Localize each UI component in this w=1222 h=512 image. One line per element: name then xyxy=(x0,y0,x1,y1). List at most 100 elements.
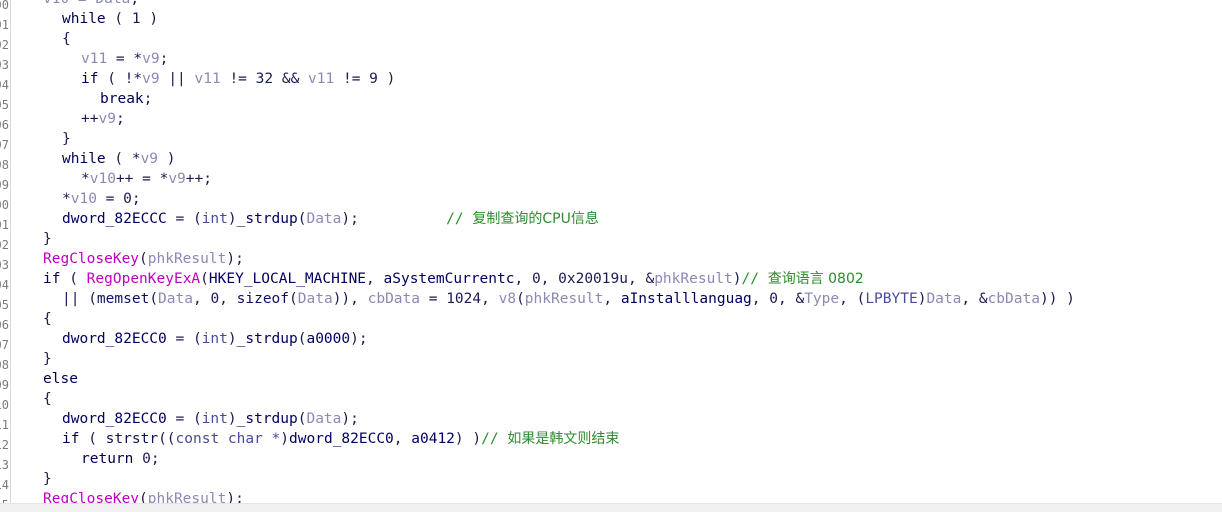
code-token-lvar[interactable]: v11 xyxy=(308,71,334,87)
code-line[interactable]: else xyxy=(11,369,1222,389)
code-token-num[interactable]: 0x20019u xyxy=(558,271,628,287)
code-token-gvar[interactable]: dword_82ECC0 xyxy=(62,331,167,347)
code-token-punc[interactable]: ( xyxy=(200,271,209,287)
code-token-punc[interactable]: ) xyxy=(378,71,396,87)
code-token-punc[interactable]: ); xyxy=(350,331,367,347)
code-token-lvar[interactable]: phkResult xyxy=(525,291,604,307)
code-token-punc[interactable]: ; xyxy=(132,191,141,207)
code-token-punc[interactable]: ) xyxy=(158,151,176,167)
code-line[interactable]: { xyxy=(11,389,1222,409)
code-line[interactable]: if ( strstr((const char *)dword_82ECC0, … xyxy=(11,429,1222,449)
code-line[interactable]: } xyxy=(11,129,1222,149)
code-token-type[interactable]: int xyxy=(202,211,228,227)
code-line[interactable]: v11 = *v9; xyxy=(11,49,1222,69)
pseudocode-code-area[interactable]: v10 = Data;while ( 1 ){v11 = *v9;if ( !*… xyxy=(11,0,1222,504)
code-token-gvar[interactable]: _strdup xyxy=(237,331,298,347)
code-token-lvar[interactable]: Data xyxy=(306,411,341,427)
code-token-lvar[interactable]: v10 xyxy=(71,191,97,207)
code-token-lvar[interactable]: phkResult xyxy=(654,271,733,287)
code-token-punc[interactable]: ) xyxy=(733,271,742,287)
code-token-lvar[interactable]: v10 xyxy=(90,171,116,187)
code-line[interactable]: break; xyxy=(11,89,1222,109)
code-token-str[interactable]: aInstalllanguag xyxy=(621,291,752,307)
code-line[interactable]: dword_82ECCC = (int)_strdup(Data); // 复制… xyxy=(11,209,1222,229)
code-token-punc[interactable]: * xyxy=(81,171,90,187)
code-token-punc[interactable]: || xyxy=(160,71,195,87)
code-token-punc[interactable]: } xyxy=(43,471,52,487)
code-token-kw[interactable]: if xyxy=(43,271,60,287)
code-token-punc[interactable]: = xyxy=(69,0,95,7)
code-line[interactable]: dword_82ECC0 = (int)_strdup(Data); xyxy=(11,409,1222,429)
code-token-punc[interactable]: } xyxy=(43,351,52,367)
code-token-punc[interactable]: ); xyxy=(341,411,358,427)
code-token-punc[interactable]: ) xyxy=(228,411,237,427)
code-line[interactable]: RegCloseKey(phkResult); xyxy=(11,489,1222,504)
code-token-fn2[interactable]: strstr xyxy=(106,431,158,447)
code-token-punc[interactable]: ++; xyxy=(186,171,212,187)
code-token-punc[interactable]: { xyxy=(43,391,52,407)
code-line[interactable]: while ( 1 ) xyxy=(11,9,1222,29)
code-line[interactable]: RegCloseKey(phkResult); xyxy=(11,249,1222,269)
code-token-num[interactable]: 9 xyxy=(369,71,378,87)
code-token-punc[interactable]: ( xyxy=(149,291,158,307)
code-line[interactable]: dword_82ECC0 = (int)_strdup(a0000); xyxy=(11,329,1222,349)
code-token-punc[interactable]: , xyxy=(219,291,236,307)
code-token-punc[interactable]: = xyxy=(420,291,446,307)
code-token-punc[interactable]: ); xyxy=(226,251,243,267)
code-token-type[interactable]: int xyxy=(202,411,228,427)
code-line[interactable]: { xyxy=(11,29,1222,49)
code-token-kw[interactable]: break xyxy=(100,91,144,107)
code-token-lvar[interactable]: v11 xyxy=(195,71,221,87)
code-token-gvar[interactable]: HKEY_LOCAL_MACHINE xyxy=(209,271,366,287)
code-token-type[interactable]: const char * xyxy=(176,431,281,447)
code-token-punc[interactable]: = * xyxy=(107,51,142,67)
code-token-num[interactable]: 0 xyxy=(142,451,151,467)
code-token-punc[interactable]: , xyxy=(193,291,210,307)
code-line[interactable]: while ( *v9 ) xyxy=(11,149,1222,169)
code-token-punc[interactable]: ( xyxy=(60,271,86,287)
code-line[interactable]: ++v9; xyxy=(11,109,1222,129)
code-token-punc[interactable]: ( xyxy=(139,251,148,267)
code-token-fn2[interactable]: memset xyxy=(97,291,149,307)
code-token-num[interactable]: 32 xyxy=(256,71,273,87)
code-token-punc[interactable]: , xyxy=(752,291,769,307)
code-token-punc[interactable]: ( !* xyxy=(98,71,142,87)
code-token-punc[interactable]: , & xyxy=(961,291,987,307)
code-line[interactable]: return 0; xyxy=(11,449,1222,469)
code-line[interactable]: } xyxy=(11,469,1222,489)
code-token-cmt[interactable]: // xyxy=(742,271,768,287)
code-line[interactable]: } xyxy=(11,349,1222,369)
code-token-cmt[interactable]: 如果是韩文则结束 xyxy=(507,431,619,447)
code-token-punc[interactable]: && xyxy=(273,71,308,87)
code-token-lvar[interactable]: v11 xyxy=(81,51,107,67)
code-token-punc[interactable]: )), xyxy=(333,291,368,307)
code-token-punc[interactable]: { xyxy=(62,31,71,47)
code-token-str[interactable]: a0412 xyxy=(411,431,455,447)
code-token-punc[interactable]: || ( xyxy=(62,291,97,307)
code-token-punc[interactable]: ) ) xyxy=(455,431,481,447)
code-token-punc[interactable]: = xyxy=(97,191,123,207)
code-token-num[interactable]: 1 xyxy=(132,11,141,27)
code-token-punc[interactable]: ; xyxy=(116,111,125,127)
code-line[interactable]: *v10 = 0; xyxy=(11,189,1222,209)
code-token-punc[interactable] xyxy=(133,451,142,467)
code-token-punc[interactable]: , xyxy=(481,291,498,307)
code-token-func[interactable]: RegOpenKeyExA xyxy=(87,271,201,287)
code-token-punc[interactable]: , xyxy=(514,271,531,287)
code-token-punc[interactable]: = ( xyxy=(167,211,201,227)
code-token-punc[interactable]: ) xyxy=(228,211,237,227)
code-token-gvar[interactable]: _strdup xyxy=(237,411,298,427)
code-token-punc[interactable]: , xyxy=(603,291,620,307)
code-token-lvar[interactable]: v9 xyxy=(141,151,158,167)
code-token-gvar[interactable]: _strdup xyxy=(237,211,298,227)
code-line[interactable]: *v10++ = *v9++; xyxy=(11,169,1222,189)
code-token-lvar[interactable]: v8 xyxy=(499,291,516,307)
code-token-punc[interactable]: , xyxy=(366,271,383,287)
code-token-kw[interactable]: while xyxy=(62,151,106,167)
code-token-kw[interactable]: while xyxy=(62,11,106,27)
code-token-punc[interactable] xyxy=(359,211,446,227)
code-token-punc[interactable]: , ( xyxy=(839,291,865,307)
code-token-punc[interactable]: != xyxy=(221,71,256,87)
code-line[interactable]: || (memset(Data, 0, sizeof(Data)), cbDat… xyxy=(11,289,1222,309)
code-token-punc[interactable]: ( xyxy=(106,11,132,27)
